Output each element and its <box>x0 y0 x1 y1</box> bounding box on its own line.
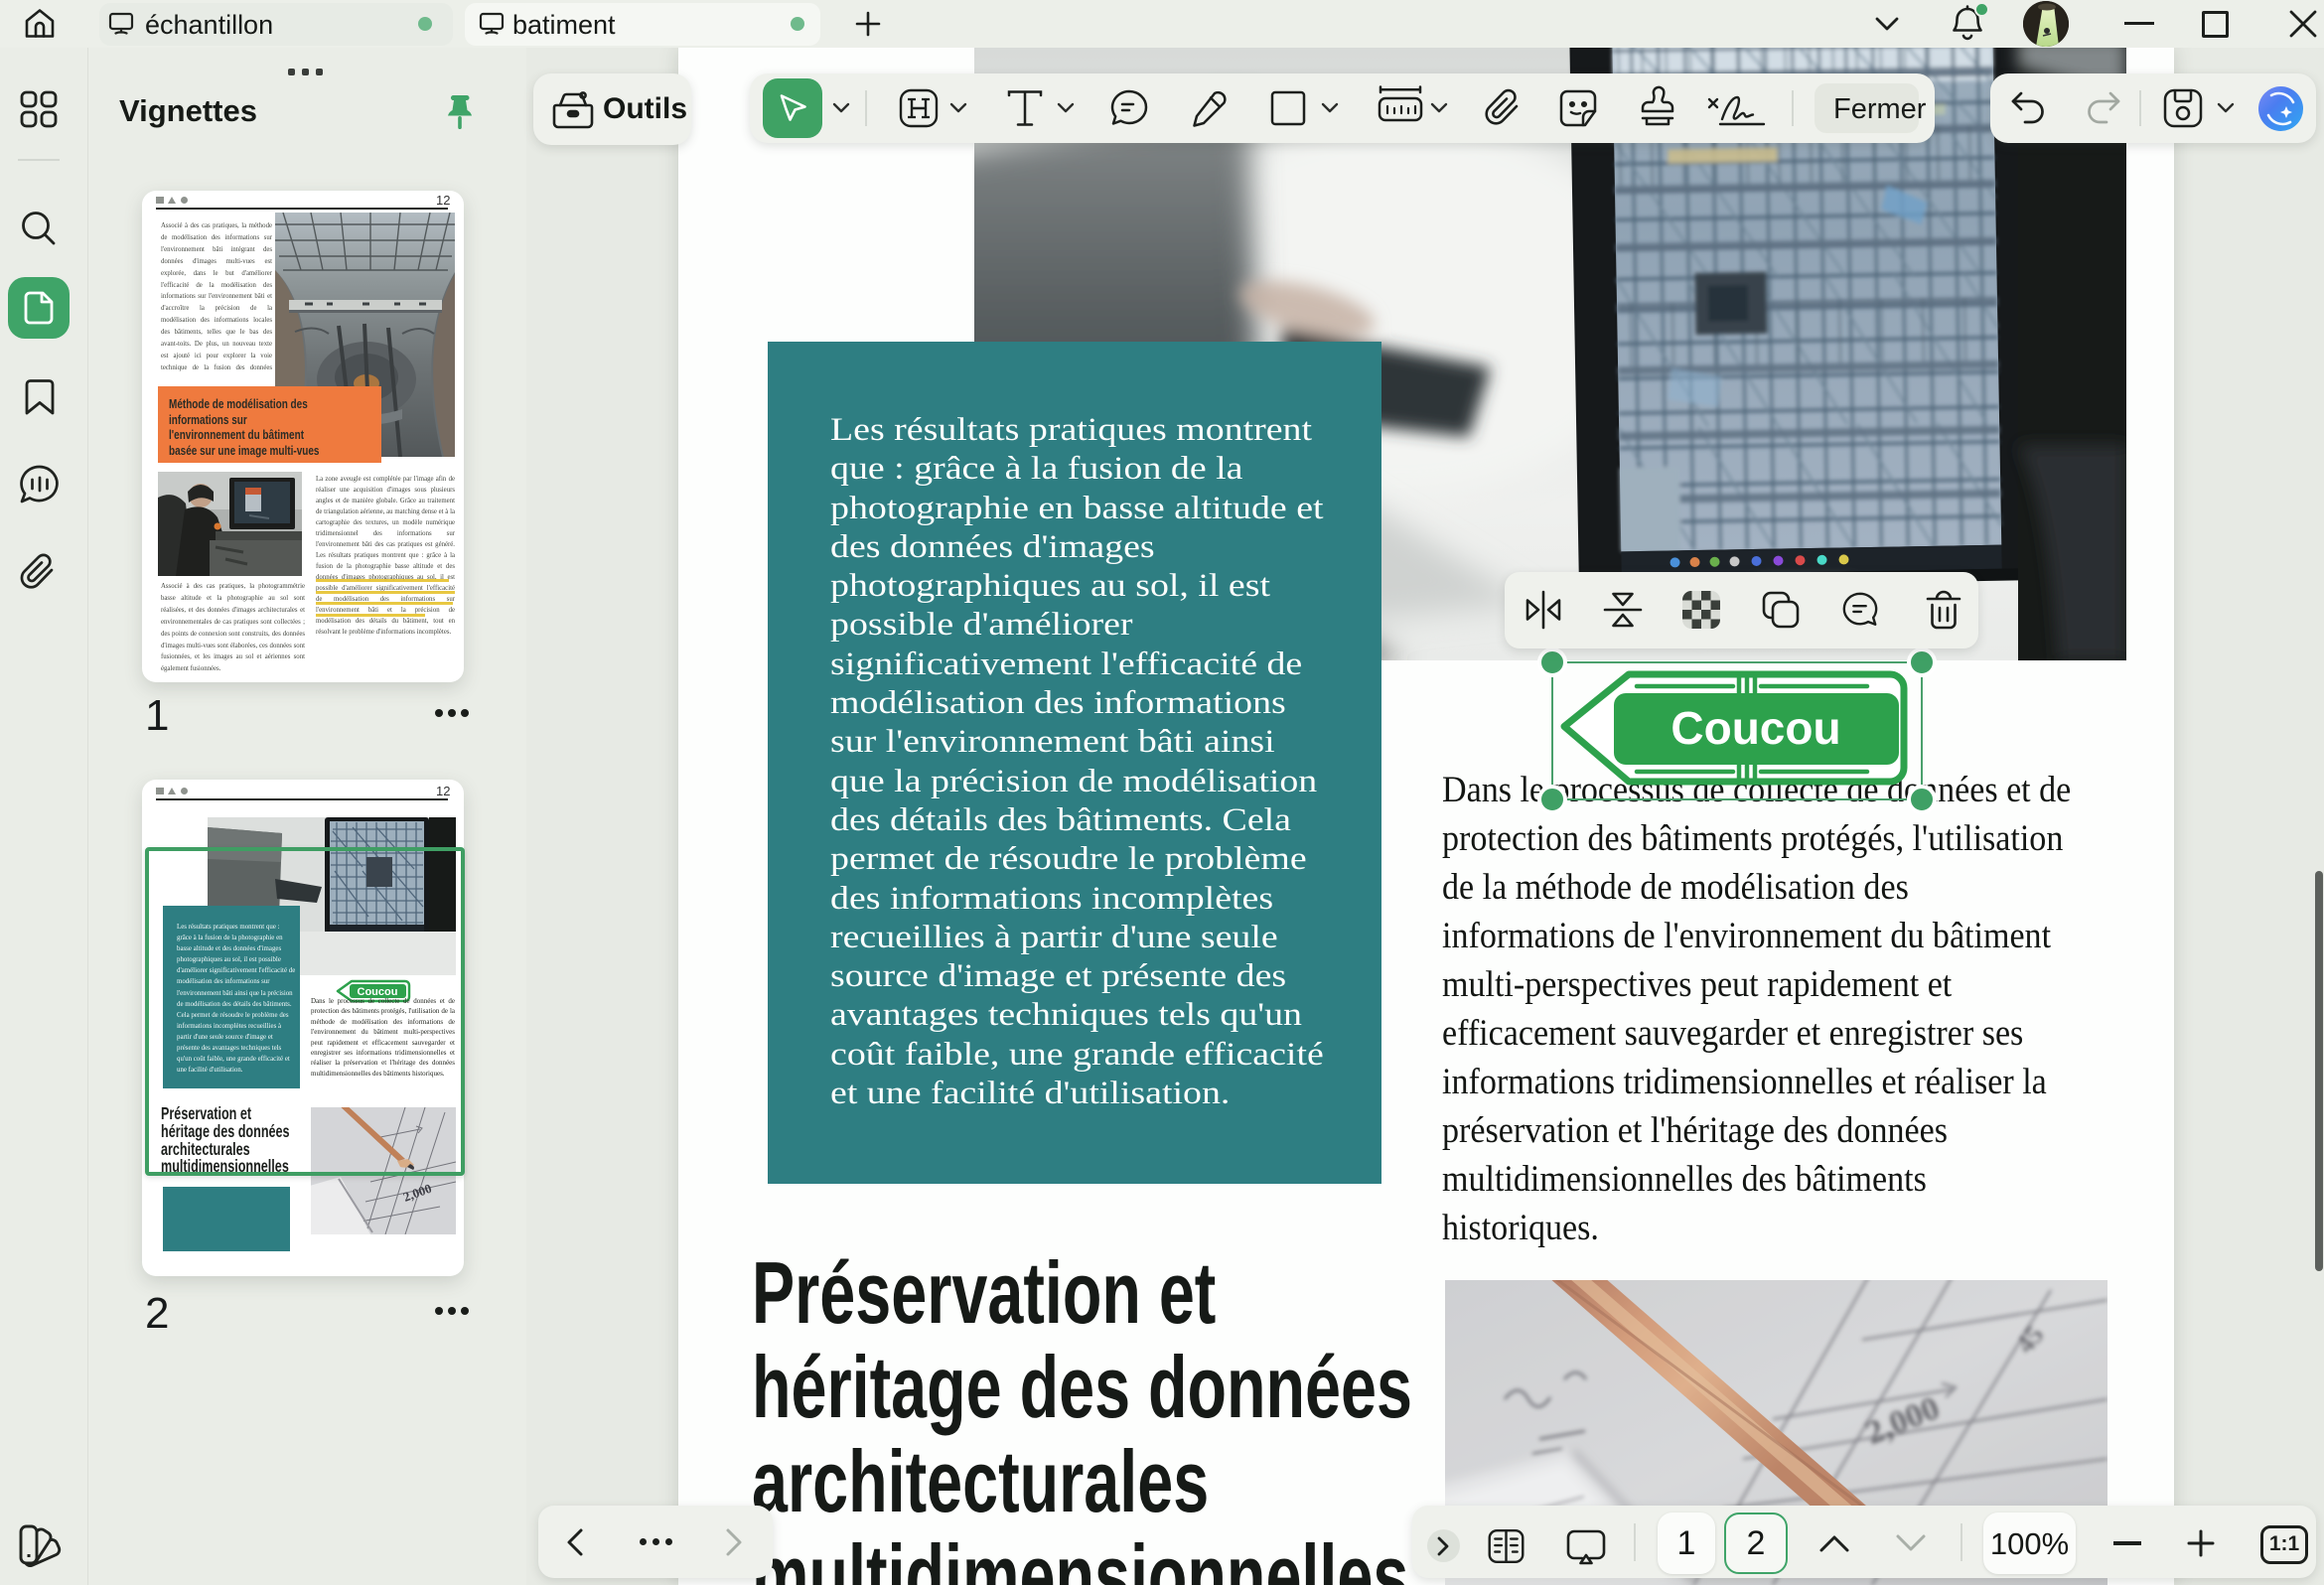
svg-text:Coucou: Coucou <box>1670 702 1840 754</box>
